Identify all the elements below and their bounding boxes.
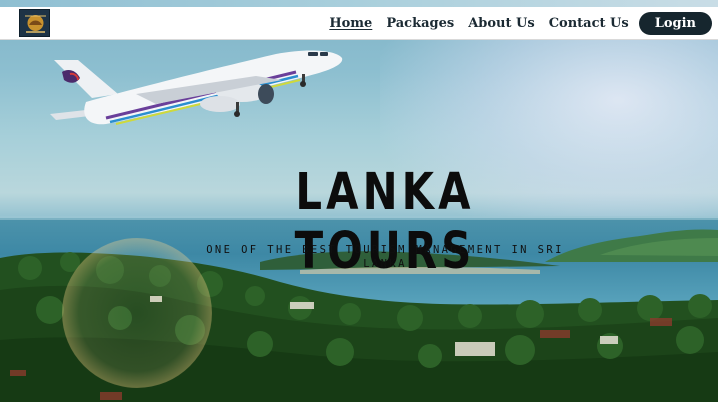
lanka-tours-logo[interactable]: [19, 9, 50, 37]
logo-icon: [20, 10, 49, 36]
airplane-photo: [50, 50, 343, 125]
nav-link-about-us[interactable]: About Us: [468, 16, 535, 31]
nav-link-contact-us[interactable]: Contact Us: [549, 16, 629, 31]
lens-flare: [62, 238, 212, 388]
hero-subtitle: ONE OF THE BEST TOURISM MANAGEMENT IN SR…: [206, 244, 564, 270]
nav-link-home[interactable]: Home: [329, 16, 372, 31]
nav-link-packages[interactable]: Packages: [386, 16, 454, 31]
navbar: Home Packages About Us Contact Us Login: [0, 7, 718, 40]
login-button[interactable]: Login: [638, 12, 712, 35]
top-sky-strip: [0, 0, 718, 7]
hero-section: LANKA TOURS ONE OF THE BEST TOURISM MANA…: [0, 0, 718, 402]
nav-links: Home Packages About Us Contact Us Login: [315, 7, 712, 40]
